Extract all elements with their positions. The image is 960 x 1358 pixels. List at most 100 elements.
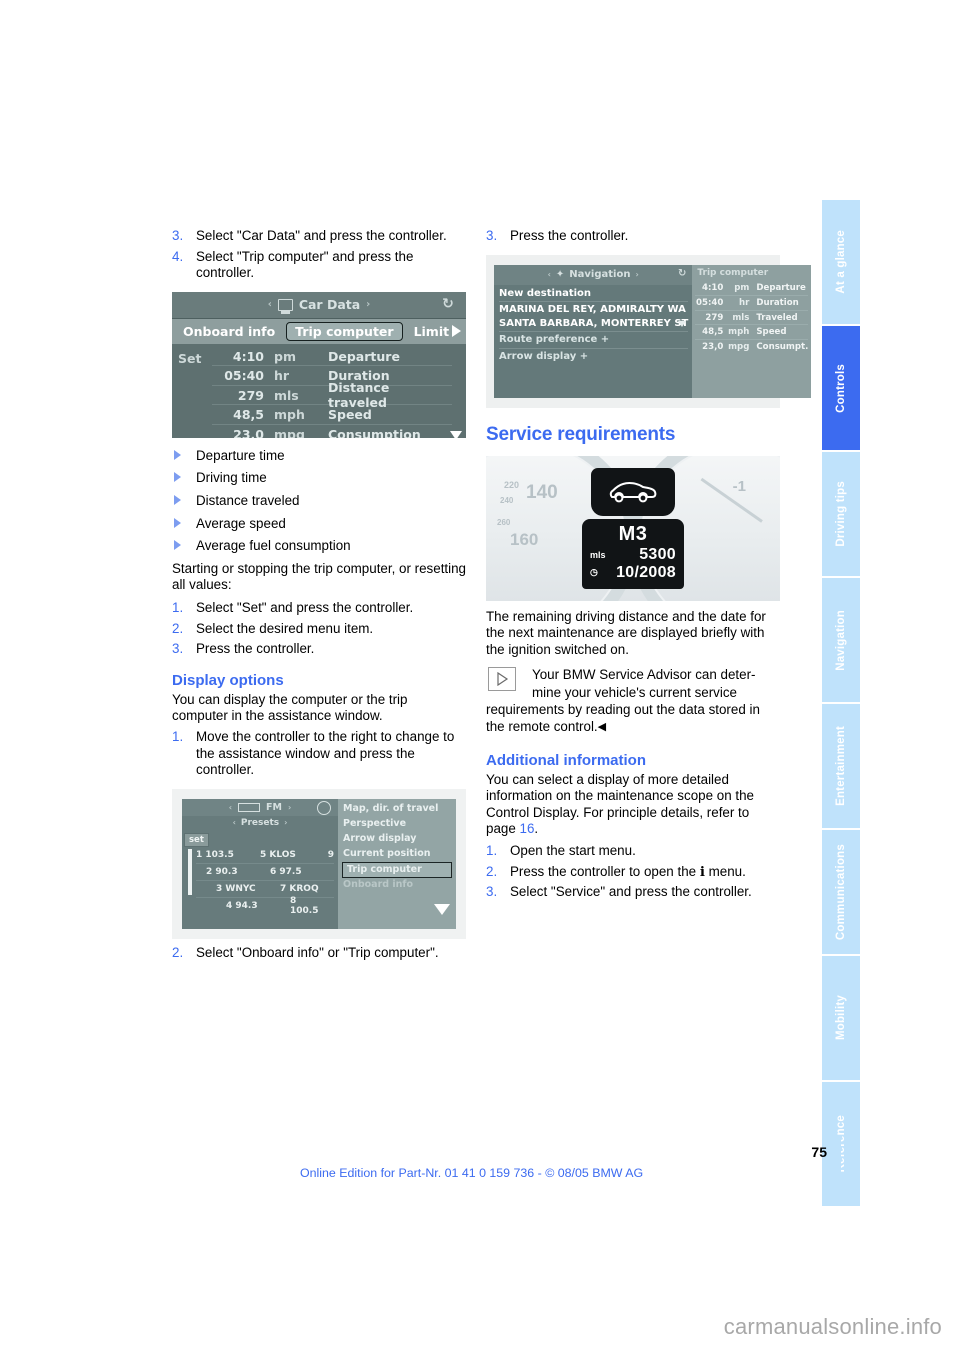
preset-a[interactable]: 1 103.5 [196, 850, 260, 860]
step-text: Press the controller. [510, 228, 629, 243]
sidebar-item-entertainment[interactable]: Entertainment [822, 704, 860, 828]
navigation-panel: ‹ ✦ Navigation › ↻ New destination MARIN… [494, 264, 693, 398]
list-item: 2. Select the desired menu item. [172, 621, 466, 638]
home-icon[interactable] [317, 800, 331, 815]
list-item: 3. Select "Car Data" and press the contr… [172, 228, 466, 245]
display-options-steps: 1. Move the controller to the right to c… [172, 729, 466, 779]
table-row: 1 103.5 5 KLOS 9 [196, 847, 334, 864]
list-item-destination-2[interactable]: SANTA BARBARA, MONTERREY ST [499, 317, 688, 331]
sidebar-item-controls[interactable]: Controls [822, 326, 860, 450]
page-number: 75 [811, 1144, 827, 1160]
navigation-title: Navigation [569, 269, 631, 281]
menu-item-arrow-display[interactable]: Arrow display + [499, 350, 688, 364]
chevron-down-icon[interactable] [450, 431, 462, 438]
row-value: 05:40 [224, 368, 264, 384]
triangle-right-icon [488, 667, 516, 692]
step-text-post: menu. [704, 863, 746, 879]
row-unit: hr [739, 297, 750, 308]
chevron-right-icon[interactable] [452, 324, 461, 337]
row-unit: mls [274, 387, 299, 403]
preset-a[interactable]: 3 WNYC [196, 884, 260, 894]
step-text: Select "Service" and press the controlle… [510, 884, 752, 900]
triangle-left-icon: ◀ [597, 720, 607, 733]
dial-label: 140 [526, 481, 558, 503]
row-label: Speed [328, 407, 372, 423]
sidebar-item-communications[interactable]: Communications [822, 830, 860, 954]
service-body-text: The remaining driving distance and the d… [486, 608, 766, 657]
step-number: 4. [172, 248, 184, 264]
menu-item-map-dir-of-travel[interactable]: Map, dir. of travel [338, 802, 456, 817]
table-row: 23,0 mpg Consumption [212, 425, 452, 438]
menu-item-route-preference[interactable]: Route preference + [499, 333, 688, 347]
scrollbar[interactable] [188, 848, 192, 895]
list-item-new-destination[interactable]: New destination [499, 287, 688, 301]
table-row: 23,0 mpg Consumpt. [695, 340, 808, 354]
row-unit: pm [274, 348, 296, 364]
note-rest: requirements by reading out the data sto… [486, 702, 780, 735]
idrive-tab-onboard-info[interactable]: Onboard info [176, 322, 282, 341]
menu-item-trip-computer[interactable]: Trip computer [342, 861, 452, 879]
row-unit: mpg [728, 341, 750, 352]
step-text: Open the start menu. [510, 842, 636, 858]
table-row: 279 mls Traveled [695, 311, 809, 326]
chevron-down-icon[interactable] [434, 903, 450, 915]
menu-item-current-position[interactable]: Current position [338, 847, 456, 862]
destination-label: SANTA BARBARA, MONTERREY ST [499, 317, 689, 329]
list-item: 3. Press the controller. [172, 641, 466, 658]
row-label: Duration [756, 297, 799, 308]
right-arrow-icon: › [635, 270, 639, 280]
car-icon [609, 481, 657, 502]
navigation-figure-frame: ‹ ✦ Navigation › ↻ New destination MARIN… [486, 254, 812, 408]
idrive-set-label[interactable]: Set [178, 351, 201, 366]
sidebar-item-reference[interactable]: Reference [822, 1082, 860, 1206]
menu-item-arrow-display[interactable]: Arrow display [338, 832, 456, 847]
list-item: 3. Press the controller. [486, 228, 780, 245]
preset-b[interactable]: 8 100.5 [260, 896, 324, 916]
assistance-window-menu: Map, dir. of travel Perspective Arrow di… [338, 798, 456, 929]
preset-c: 9 [327, 849, 334, 860]
distance-unit: mls [590, 549, 606, 560]
note-line-1: Your BMW Service Advisor can deter- [532, 667, 756, 683]
dial-label: -1 [732, 477, 746, 495]
sidebar-item-navigation[interactable]: Navigation [822, 578, 860, 702]
sidebar-item-driving-tips[interactable]: Driving tips [822, 452, 860, 576]
sidebar-item-mobility[interactable]: Mobility [822, 956, 860, 1080]
section-heading-additional-information: Additional information [486, 751, 646, 769]
menu-item-perspective[interactable]: Perspective [338, 817, 456, 832]
radio-presets-bar: ‹ Presets › [182, 816, 338, 830]
list-item: Departure time [172, 448, 466, 465]
trip-computer-panel: Trip computer 4:10 pm Departure 05:40 hr… [692, 264, 812, 398]
additional-steps-list: 1. Open the start menu. 2. Press the con… [486, 843, 780, 901]
preset-a[interactable]: 4 94.3 [196, 901, 260, 911]
preset-b[interactable]: 6 97.5 [260, 867, 324, 877]
menu-item-onboard-info[interactable]: Onboard info [338, 878, 456, 893]
table-row: 48,5 mph Speed [212, 405, 452, 425]
idrive-tab-trip-computer[interactable]: Trip computer [286, 321, 403, 341]
page-reference-link[interactable]: 16 [520, 821, 535, 836]
sidebar-item-label: Entertainment [835, 726, 847, 806]
preset-grid: 1 103.5 5 KLOS 9 2 90.3 6 97.5 3 WNYC 7 … [196, 847, 334, 916]
preset-b[interactable]: 7 KROQ [260, 884, 324, 894]
row-value: 4:10 [701, 283, 724, 294]
bullet-text: Average fuel consumption [196, 538, 351, 554]
idrive-tab-limit[interactable]: Limit [407, 322, 457, 341]
table-row: 2 90.3 6 97.5 [196, 864, 334, 881]
dial-label: 240 [500, 495, 514, 505]
list-item: 3. Select "Service" and press the contro… [486, 884, 780, 901]
radio-set-button[interactable]: set [184, 832, 209, 847]
idrive-screen: ‹ Car Data › ↻ Onboard info Trip compute… [172, 291, 466, 438]
trip-computer-title: Trip computer [697, 267, 769, 278]
radio-figure-frame: ‹ FM › ‹ Presets › set 1 103.5 5 KLOS 9 … [172, 788, 466, 939]
list-item: 1. Open the start menu. [486, 843, 780, 860]
footer-edition-text: Online Edition for Part-Nr. 01 41 0 159 … [300, 1166, 644, 1180]
table-row: 48,5 mph Speed [695, 325, 809, 340]
list-item-destination-1[interactable]: MARINA DEL REY, ADMIRALTY WA [499, 303, 688, 317]
list-item: Driving time [172, 470, 466, 487]
preset-a[interactable]: 2 90.3 [196, 867, 260, 877]
dial-label: 160 [510, 529, 539, 549]
preset-b[interactable]: 5 KLOS [260, 850, 324, 860]
sidebar-item-at-a-glance[interactable]: At a glance [822, 200, 860, 324]
chevron-down-icon[interactable] [678, 320, 687, 327]
list-item: 2. Select "Onboard info" or "Trip comput… [172, 945, 466, 962]
triangle-right-icon [174, 540, 181, 551]
